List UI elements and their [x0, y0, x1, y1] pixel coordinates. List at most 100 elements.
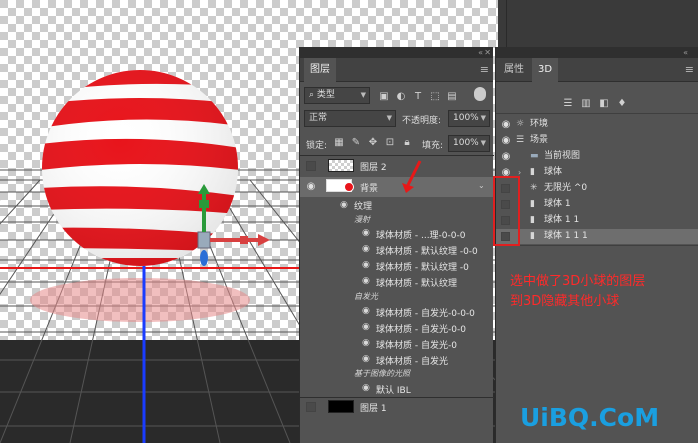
3d-item-infinite-light[interactable]: ✳ 无限光 ^0	[496, 181, 698, 196]
item-label: 当前视图	[544, 151, 581, 161]
mesh-icon: ▮	[530, 199, 535, 209]
texture-item[interactable]: 球体材质 - ...理-0-0-0	[376, 228, 465, 241]
fill-value: 100%	[453, 138, 479, 148]
layer-name: 图层 2	[360, 163, 387, 173]
camera-icon: ▬	[530, 151, 539, 161]
panel-grip[interactable]: «	[496, 47, 698, 58]
opacity-input[interactable]: 100% ▼	[448, 110, 490, 127]
3d-item-environment[interactable]: ◉ ☼ 环境	[496, 117, 698, 132]
collapse-icon[interactable]: «	[683, 47, 688, 58]
light-filter-icon[interactable]: ♦	[616, 98, 628, 109]
layer-name: 背景	[360, 184, 379, 194]
texture-item[interactable]: 球体材质 - 默认纹理 -0	[376, 260, 469, 273]
filter-toggle[interactable]	[474, 87, 486, 101]
eye-icon[interactable]: ◉	[362, 383, 370, 393]
eye-icon[interactable]: ◉	[362, 354, 370, 364]
opacity-value: 100%	[453, 113, 479, 123]
material-filter-icon[interactable]: ◧	[598, 98, 610, 109]
lock-artboard-icon[interactable]: ⊡	[384, 137, 396, 148]
shape-filter-icon[interactable]: ⬚	[429, 91, 441, 102]
3d-panel: « 属性 3D ≡ ☰ ▥ ◧ ♦ ◉ ☼ 环境 ◉ ☰ 场景 ◉ ▬ 当前视图…	[495, 47, 698, 443]
eye-icon[interactable]: ◉	[362, 306, 370, 316]
panel-menu-icon[interactable]: ≡	[685, 63, 694, 76]
fill-label: 填充:	[422, 141, 444, 151]
3d-item-current-view[interactable]: ◉ ▬ 当前视图	[496, 149, 698, 164]
adjustment-filter-icon[interactable]: ◐	[395, 91, 407, 102]
pointer-arrow	[402, 160, 422, 193]
diffuse-group-label: 漫射	[354, 215, 370, 224]
scene-filter-icon[interactable]: ☰	[562, 98, 574, 109]
item-label: 场景	[530, 135, 549, 145]
type-filter-icon[interactable]: T	[412, 91, 424, 102]
pixel-filter-icon[interactable]: ▣	[378, 91, 390, 102]
blend-mode-select[interactable]: 正常 ▼	[304, 110, 396, 127]
close-icon[interactable]: ✕	[484, 47, 491, 58]
mesh-icon: ▮	[530, 231, 535, 241]
eye-icon[interactable]: ◉	[499, 149, 513, 164]
chevron-down-icon[interactable]: ⌄	[478, 181, 485, 190]
lock-label: 锁定:	[306, 141, 328, 151]
light-icon: ✳	[530, 183, 538, 193]
layer-row-layer2[interactable]: 图层 2	[300, 157, 494, 175]
eye-icon[interactable]: ◉	[304, 181, 318, 192]
texture-item[interactable]: 球体材质 - 默认纹理	[376, 276, 457, 289]
tab-layers[interactable]: 图层	[304, 58, 336, 82]
eye-icon[interactable]: ◉	[362, 228, 370, 238]
collapse-icon[interactable]: «	[478, 47, 483, 58]
item-label: 球体 1 1	[544, 215, 580, 225]
item-label: 无限光 ^0	[544, 183, 588, 193]
layer-row-layer1[interactable]: 图层 1	[300, 398, 494, 416]
3d-item-scene[interactable]: ◉ ☰ 场景	[496, 133, 698, 148]
eye-icon[interactable]: ◉	[362, 322, 370, 332]
eye-icon[interactable]: ◉	[362, 244, 370, 254]
scene-icon: ☰	[516, 135, 525, 145]
eye-icon[interactable]: ◉	[362, 260, 370, 270]
filter-kind-select[interactable]: ⌕ 类型 ▼	[304, 87, 370, 104]
tab-3d[interactable]: 3D	[532, 58, 559, 82]
eye-icon[interactable]: ◉	[362, 338, 370, 348]
lock-all-icon[interactable]: 🔒︎	[401, 137, 413, 148]
panel-grip[interactable]: « ✕	[300, 47, 493, 58]
3d-item-sphere1[interactable]: ▮ 球体 1	[496, 197, 698, 212]
3d-item-sphere11[interactable]: ▮ 球体 1 1	[496, 213, 698, 228]
3d-layer-icon	[344, 182, 354, 192]
lock-transparent-icon[interactable]: ▦	[333, 137, 345, 148]
visibility-toggle-off[interactable]	[306, 161, 316, 171]
tab-properties[interactable]: 属性	[498, 58, 530, 82]
watermark-logo: UiBQ.CoM	[520, 403, 660, 432]
layers-panel: « ✕ 图层 ≡ ⌕ 类型 ▼ ▣ ◐ T ⬚ ▤ 正常 ▼ 不透明度: 100…	[299, 47, 494, 443]
annotation-line-1: 选中做了3D小球的图层	[510, 274, 646, 289]
opacity-label: 不透明度:	[402, 116, 442, 126]
chevron-down-icon: ▼	[480, 114, 486, 122]
layer-row-background[interactable]: ◉ 背景 ⌄	[300, 177, 494, 197]
3d-item-sphere111[interactable]: ▮ 球体 1 1 1	[496, 229, 698, 244]
texture-item[interactable]: 球体材质 - 自发光-0-0-0	[376, 306, 475, 319]
texture-item[interactable]: 球体材质 - 自发光-0	[376, 338, 457, 351]
panel-menu-icon[interactable]: ≡	[480, 63, 489, 76]
texture-item[interactable]: 球体材质 - 自发光	[376, 354, 448, 367]
lock-pixels-icon[interactable]: ✎	[350, 137, 362, 148]
ibl-item[interactable]: 默认 IBL	[376, 383, 411, 396]
eye-icon[interactable]: ◉	[499, 117, 513, 132]
eye-icon[interactable]: ◉	[499, 133, 513, 148]
panel-dock-top	[498, 0, 698, 47]
texture-label: 纹理	[354, 202, 373, 212]
lock-position-icon[interactable]: ✥	[367, 137, 379, 148]
fill-input[interactable]: 100% ▼	[448, 135, 490, 152]
item-label: 球体 1	[544, 199, 571, 209]
eye-icon[interactable]: ◉	[340, 200, 348, 210]
emissive-group-label: 自发光	[354, 292, 378, 301]
smart-object-filter-icon[interactable]: ▤	[446, 91, 458, 102]
item-label: 环境	[530, 119, 549, 129]
layer-name: 图层 1	[360, 404, 387, 414]
visibility-toggle-off[interactable]	[306, 402, 316, 412]
texture-item[interactable]: 球体材质 - 自发光-0-0	[376, 322, 466, 335]
chevron-down-icon: ▼	[360, 91, 366, 99]
mesh-filter-icon[interactable]: ▥	[580, 98, 592, 109]
texture-item[interactable]: 球体材质 - 默认纹理 -0-0	[376, 244, 478, 257]
ibl-group-label: 基于图像的光照	[354, 369, 410, 378]
item-label: 球体	[544, 167, 563, 177]
3d-tabbar: 属性 3D ≡	[496, 58, 698, 82]
3d-item-mesh[interactable]: ◉ › ▮ 球体	[496, 165, 698, 180]
eye-icon[interactable]: ◉	[362, 276, 370, 286]
